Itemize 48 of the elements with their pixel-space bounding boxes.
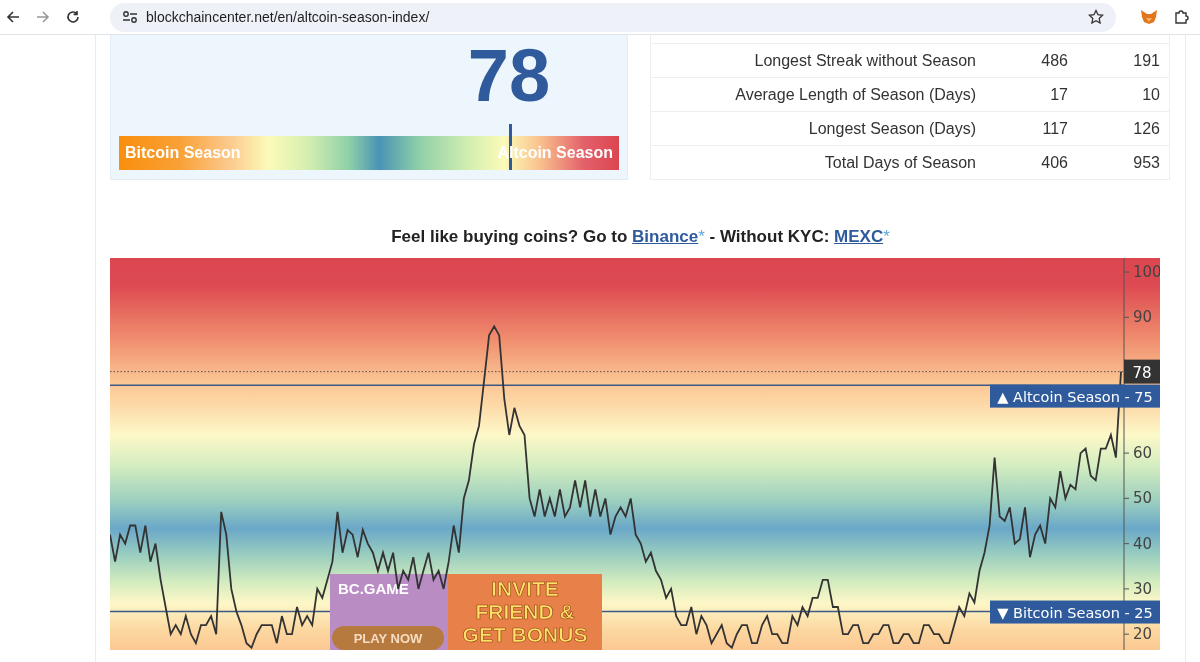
stat-label: Average Length of Season (Days) bbox=[734, 84, 976, 105]
back-icon[interactable] bbox=[6, 10, 20, 24]
y-tick-label: 100 bbox=[1133, 263, 1162, 282]
reload-icon[interactable] bbox=[66, 10, 80, 24]
promo-link[interactable]: MEXC bbox=[834, 227, 884, 246]
y-tick-label: 60 bbox=[1133, 444, 1153, 463]
fox-extension-icon[interactable] bbox=[1140, 9, 1158, 25]
table-cell-text: 406 bbox=[1040, 152, 1068, 173]
season-threshold-label: ▲ Altcoin Season - 75 bbox=[990, 384, 1160, 408]
y-tick-label: 40 bbox=[1133, 534, 1153, 553]
table-cell-text: 486 bbox=[1040, 50, 1068, 71]
table-cell-text: 17 bbox=[1049, 84, 1068, 105]
site-settings-icon[interactable] bbox=[122, 10, 138, 24]
bitcoin-season-label: Bitcoin Season bbox=[124, 143, 242, 163]
extensions-puzzle-icon[interactable] bbox=[1174, 9, 1190, 25]
ad-headline: INVITE FRIEND & GET BONUS bbox=[462, 577, 588, 646]
promo-text: Feel like buying coins? Go to Binance* - Without KYC: MEXC* bbox=[390, 226, 891, 248]
table-cell-text: 117 bbox=[1041, 118, 1068, 139]
y-tick-label: 50 bbox=[1123, 489, 1153, 508]
promo-link[interactable]: Binance bbox=[632, 227, 699, 246]
bookmark-star-icon[interactable] bbox=[1088, 9, 1104, 25]
ref-line-label: 78 bbox=[1132, 363, 1152, 382]
ref-line-label: ▼ Bitcoin Season - 25 bbox=[997, 604, 1153, 621]
y-tick-label: 100 bbox=[1123, 263, 1160, 282]
y-tick-label: 90 bbox=[1123, 308, 1153, 327]
y-tick-label: 50 bbox=[1133, 489, 1153, 508]
y-tick-label: 30 bbox=[1123, 579, 1153, 598]
stat-label: Total Days of Season bbox=[823, 152, 976, 173]
y-tick-label: 20 bbox=[1133, 625, 1153, 644]
y-tick-label: 40 bbox=[1123, 534, 1153, 553]
table-cell-text: 191 bbox=[1132, 50, 1160, 71]
season-threshold-label: ▼ Bitcoin Season - 25 bbox=[990, 600, 1160, 624]
y-tick-label: 60 bbox=[1123, 444, 1153, 463]
y-tick-label: 90 bbox=[1133, 308, 1153, 327]
url-text: blockchaincenter.net/en/altcoin-season-index/ bbox=[146, 7, 430, 27]
ref-line-label: ▲ Altcoin Season - 75 bbox=[997, 388, 1153, 405]
address-bar[interactable]: blockchaincenter.net/en/altcoin-season-index/ bbox=[110, 2, 1116, 32]
table-cell-text: 10 bbox=[1141, 84, 1160, 105]
y-tick-label: 30 bbox=[1133, 579, 1153, 598]
forward-icon[interactable] bbox=[36, 10, 50, 24]
y-tick-label: 20 bbox=[1123, 625, 1153, 644]
current-value-label: 78 bbox=[1124, 359, 1160, 384]
table-cell-text: 953 bbox=[1132, 152, 1160, 173]
index-value: 78 bbox=[466, 39, 552, 113]
stat-label: Longest Streak without Season bbox=[753, 50, 976, 71]
table-cell-text: 126 bbox=[1132, 118, 1160, 139]
ad-brand-text: BC.GAME bbox=[338, 580, 409, 597]
stat-label: Longest Season (Days) bbox=[807, 118, 976, 139]
